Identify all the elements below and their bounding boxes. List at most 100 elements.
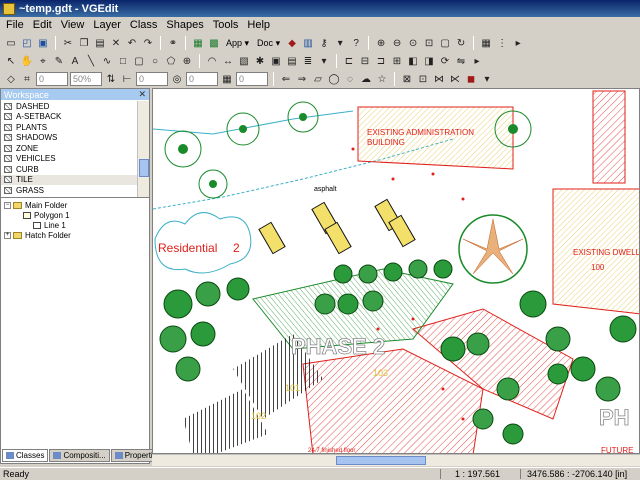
menu-class[interactable]: Class [130, 19, 158, 31]
delete-icon[interactable]: ✕ [109, 36, 123, 50]
cloud-icon[interactable]: ☁ [359, 72, 373, 86]
open-folder-icon[interactable]: ◰ [20, 36, 34, 50]
hand-icon[interactable]: ✋ [20, 54, 34, 68]
extend-icon[interactable]: ⊡ [416, 72, 430, 86]
new-file-icon[interactable]: ▭ [4, 36, 18, 50]
rows-field[interactable]: 0 [236, 72, 268, 86]
diamond-icon[interactable]: ◇ [4, 72, 18, 86]
size-field[interactable]: 0 [36, 72, 68, 86]
tree-node-polygon[interactable]: Polygon 1 [1, 210, 149, 220]
pointer-icon[interactable]: ↖ [4, 54, 18, 68]
dropdown-arrow-icon[interactable]: ▾ [333, 36, 347, 50]
align-right-icon[interactable]: ⊐ [374, 54, 388, 68]
menu-help[interactable]: Help [247, 19, 270, 31]
menu-shapes[interactable]: Shapes [166, 19, 203, 31]
zoom-fit-icon[interactable]: ⊡ [422, 36, 436, 50]
ellipse-tool-icon[interactable]: ○ [148, 54, 162, 68]
menu-layer[interactable]: Layer [93, 19, 121, 31]
distance-icon[interactable]: ⊢ [120, 72, 134, 86]
arrow-left-icon[interactable]: ⇐ [279, 72, 293, 86]
menu-edit[interactable]: Edit [33, 19, 52, 31]
distance-field[interactable]: 0 [136, 72, 168, 86]
menu-tools[interactable]: Tools [213, 19, 239, 31]
scrollbar-thumb[interactable] [336, 456, 426, 465]
layer-item-selected[interactable]: TILE [1, 174, 137, 185]
help-icon[interactable]: ? [349, 36, 363, 50]
scrollbar-thumb[interactable] [139, 159, 149, 177]
polygon-tool-icon[interactable]: ⬠ [164, 54, 178, 68]
node-icon[interactable]: ⌗ [20, 72, 34, 86]
target-icon[interactable]: ◎ [170, 72, 184, 86]
layer-item[interactable]: VEHICLES [1, 154, 137, 165]
paste-icon[interactable]: ▤ [93, 36, 107, 50]
layer-icon[interactable]: ≣ [301, 54, 315, 68]
group-icon[interactable]: ▣ [269, 54, 283, 68]
zoom-in-icon[interactable]: ⊕ [374, 36, 388, 50]
app-dropdown[interactable]: App ▾ [223, 36, 252, 50]
front-icon[interactable]: ◧ [406, 54, 420, 68]
hatch-icon[interactable]: ▧ [237, 54, 251, 68]
close-icon[interactable]: ✕ [138, 89, 149, 100]
rounded-rect-icon[interactable]: ▢ [132, 54, 146, 68]
table-icon[interactable]: ▦ [220, 72, 234, 86]
refresh-icon[interactable]: ↻ [454, 36, 468, 50]
zoom-window-icon[interactable]: ⊙ [406, 36, 420, 50]
swap-icon[interactable]: ⇅ [104, 72, 118, 86]
text-tool-icon[interactable]: A [68, 54, 82, 68]
trim-icon[interactable]: ⊠ [400, 72, 414, 86]
crosshair-icon[interactable]: ⊕ [180, 54, 194, 68]
shape-circle-icon[interactable]: ◯ [327, 72, 341, 86]
arc-tool-icon[interactable]: ◠ [205, 54, 219, 68]
layer-item[interactable]: ZONE [1, 143, 137, 154]
zoom-percent-field[interactable]: 50% [70, 72, 102, 86]
cut-icon[interactable]: ✂ [61, 36, 75, 50]
snap-icon[interactable]: ⋮ [495, 36, 509, 50]
redo-icon[interactable]: ↷ [141, 36, 155, 50]
copy-icon[interactable]: ❐ [77, 36, 91, 50]
layer-item[interactable]: DASHED [1, 101, 137, 112]
binoculars-icon[interactable]: ⚭ [166, 36, 180, 50]
tree-node-hatch-folder[interactable]: + Hatch Folder [1, 230, 149, 240]
layer-item[interactable]: A-SETBACK [1, 112, 137, 123]
zoom-extents-icon[interactable]: ▢ [438, 36, 452, 50]
pen-icon[interactable]: ✎ [52, 54, 66, 68]
zoom-out-icon[interactable]: ⊖ [390, 36, 404, 50]
save-icon[interactable]: ▣ [36, 36, 50, 50]
split-icon[interactable]: ⋉ [448, 72, 462, 86]
star-icon[interactable]: ☆ [375, 72, 389, 86]
key-icon[interactable]: ⚷ [317, 36, 331, 50]
stamp-icon[interactable]: ◆ [285, 36, 299, 50]
layer-item[interactable]: SHADOWS [1, 133, 137, 144]
rotate-icon[interactable]: ⟳ [438, 54, 452, 68]
arrow-right-icon[interactable]: ⇒ [295, 72, 309, 86]
layer-scrollbar[interactable] [137, 101, 149, 197]
tab-composition[interactable]: Compositi... [49, 449, 110, 462]
grid-icon[interactable]: ▦ [479, 36, 493, 50]
collapse-icon[interactable]: − [4, 201, 11, 209]
drawing-canvas[interactable]: EXISTING ADMINISTRATION BUILDING EXISTIN… [152, 88, 640, 454]
join-icon[interactable]: ⋈ [432, 72, 446, 86]
node-edit-icon[interactable]: ⌖ [36, 54, 50, 68]
angle-field[interactable]: 0 [186, 72, 218, 86]
rectangle-tool-icon[interactable]: □ [116, 54, 130, 68]
book-icon[interactable]: ▥ [301, 36, 315, 50]
layer-item[interactable]: PLANTS [1, 122, 137, 133]
align-center-icon[interactable]: ⊟ [358, 54, 372, 68]
line-tool-icon[interactable]: ╲ [84, 54, 98, 68]
canvas-horizontal-scrollbar[interactable] [152, 454, 640, 466]
tree-node-line[interactable]: Line 1 [1, 220, 149, 230]
image-icon[interactable]: ▦ [191, 36, 205, 50]
layer-item[interactable]: CURB [1, 164, 137, 175]
tree-node-main-folder[interactable]: − Main Folder [1, 200, 149, 210]
dimension-icon[interactable]: ↔ [221, 54, 235, 68]
parallelogram-icon[interactable]: ▱ [311, 72, 325, 86]
toolbar2-more-icon[interactable]: ▸ [470, 54, 484, 68]
menu-view[interactable]: View [61, 19, 85, 31]
doc-dropdown[interactable]: Doc ▾ [254, 36, 283, 50]
symbol-icon[interactable]: ✱ [253, 54, 267, 68]
picture-icon[interactable]: ▩ [207, 36, 221, 50]
palette-icon[interactable]: ◼ [464, 72, 478, 86]
ungroup-icon[interactable]: ▤ [285, 54, 299, 68]
menu-file[interactable]: File [6, 19, 24, 31]
back-icon[interactable]: ◨ [422, 54, 436, 68]
